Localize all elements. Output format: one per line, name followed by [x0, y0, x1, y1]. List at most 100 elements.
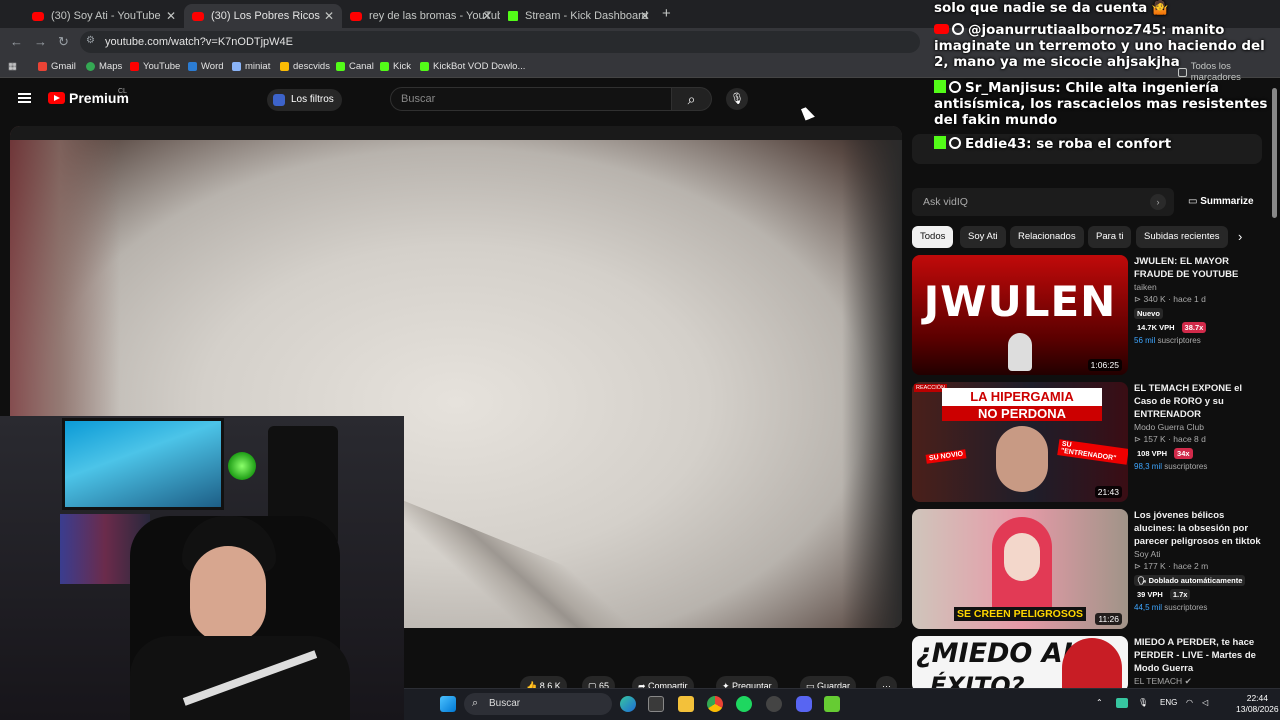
video-thumbnail[interactable]: ¿MIEDO AL ÉXITO? [912, 636, 1128, 692]
tab-pobres-ricos[interactable]: (30) Los Pobres Ricos en TIKTOK✕ [184, 4, 342, 28]
dubbed-badge: 🗣 Doblado automáticamente [1134, 575, 1246, 586]
bald-man [996, 426, 1048, 492]
tab-soy-ati[interactable]: (30) Soy Ati - YouTube ✕ [24, 4, 184, 28]
mic-icon[interactable]: 🎙 [1138, 698, 1148, 707]
chip-todos[interactable]: Todos [912, 226, 954, 248]
chat-message: solo que nadie se da cuenta 🤷 [934, 0, 1169, 16]
scrollbar[interactable] [1272, 88, 1277, 218]
kick-icon [380, 62, 389, 71]
chevron-right-icon[interactable]: › [1150, 194, 1166, 210]
search-button[interactable]: ⌕ [672, 87, 712, 111]
spotify-icon[interactable] [736, 696, 752, 712]
bookmark-descvids[interactable]: descvids [280, 61, 330, 72]
chat-message: Sr_Manjisus: Chile alta ingeniería antis… [934, 80, 1268, 128]
video-thumbnail[interactable]: REACCIÓN LA HIPERGAMIA NO PERDONA SU NOV… [912, 382, 1128, 502]
search-icon: ⌕ [687, 91, 696, 107]
webcam-overlay [0, 416, 404, 720]
url-text[interactable]: youtube.com/watch?v=K7nODTjpW4E [105, 36, 293, 48]
word-icon [188, 62, 197, 71]
bookmark-word[interactable]: Word [188, 61, 224, 72]
chip-soy-ati[interactable]: Soy Ati [960, 226, 1006, 248]
streamer-face [190, 546, 266, 642]
close-icon[interactable]: ✕ [166, 9, 176, 23]
chat-message: Eddie43: se roba el confort [934, 136, 1272, 152]
language-indicator[interactable]: ENG [1160, 698, 1177, 707]
back-icon[interactable]: ← [10, 34, 23, 49]
gmail-icon [38, 62, 47, 71]
filters-button[interactable]: Los filtros [267, 89, 342, 111]
close-icon[interactable]: ✕ [324, 9, 334, 23]
edge-icon[interactable] [620, 696, 636, 712]
red-cap-man [1062, 638, 1122, 692]
bookmark-maps[interactable]: Maps [86, 61, 122, 72]
stream-chat-overlay: solo que nadie se da cuenta 🤷 @joanurrut… [932, 0, 1274, 160]
bookmark-canal[interactable]: Canal [336, 61, 374, 72]
obs-icon[interactable] [766, 696, 782, 712]
green-light [228, 452, 256, 480]
kick-icon [336, 62, 345, 71]
chip-para-ti[interactable]: Para ti [1088, 226, 1132, 248]
video-thumbnail[interactable]: SE CREEN PELIGROSOS 11:26 [912, 509, 1128, 629]
bookmark-miniat[interactable]: miniat [232, 61, 270, 72]
search-input[interactable]: Buscar [390, 87, 672, 111]
tab-rey-bromas[interactable]: rey de las bromas - YouTube ✕ [342, 4, 500, 28]
bookmark-youtube[interactable]: YouTube [130, 61, 180, 72]
kick-icon [508, 11, 518, 21]
verified-icon: ✔ [1184, 676, 1192, 686]
app-icon[interactable] [824, 696, 840, 712]
apps-icon[interactable]: ▦ [8, 61, 17, 72]
ask-vidiq-input[interactable]: Ask vidIQ › [912, 188, 1174, 216]
close-icon[interactable]: ✕ [482, 9, 492, 23]
volume-icon[interactable]: ◁ [1202, 698, 1208, 707]
youtube-icon [192, 11, 204, 21]
duration: 11:26 [1095, 613, 1122, 625]
kick-icon [934, 136, 946, 149]
forward-icon[interactable]: → [34, 34, 47, 49]
youtube-icon [130, 62, 139, 71]
user-icon [952, 23, 964, 35]
vignette [842, 126, 902, 628]
youtube-premium-logo[interactable]: Premium CL [48, 88, 129, 106]
taskbar-search[interactable]: ⌕ Buscar [464, 693, 612, 715]
video-info[interactable]: MIEDO A PERDER, te hace PERDER - LIVE - … [1134, 636, 1264, 687]
video-info[interactable]: Los jóvenes bélicos alucines: la obsesió… [1134, 509, 1264, 612]
reload-icon[interactable]: ↻ [58, 34, 69, 50]
chevron-right-icon[interactable]: › [1238, 229, 1242, 244]
new-tab-button[interactable]: + [662, 5, 671, 22]
chevron-up-icon[interactable]: ⌃ [1096, 698, 1103, 707]
mic-button[interactable]: 🎙 [726, 88, 748, 110]
frame-edge [10, 126, 902, 140]
maps-icon [86, 62, 95, 71]
user-icon [949, 137, 961, 149]
tray-app-icon[interactable] [1116, 698, 1128, 708]
bookmark-gmail[interactable]: Gmail [38, 61, 76, 72]
bookmark-kick[interactable]: Kick [380, 61, 411, 72]
folder-icon [280, 62, 289, 71]
kick-icon [934, 80, 946, 93]
youtube-icon [934, 24, 949, 34]
star-icon [232, 62, 241, 71]
store-icon[interactable] [648, 696, 664, 712]
video-info[interactable]: JWULEN: EL MAYOR FRAUDE DE YOUTUBE taike… [1134, 255, 1264, 345]
video-thumbnail[interactable]: JWULEN 1:06:25 [912, 255, 1128, 375]
search-icon: ⌕ [472, 697, 479, 709]
taskbar-clock[interactable]: 22:44 13/08/2026 [1236, 693, 1279, 715]
bookmark-kickbot[interactable]: KickBot VOD Dowlo... [420, 61, 525, 72]
discord-icon[interactable] [796, 696, 812, 712]
chip-relacionados[interactable]: Relacionados [1010, 226, 1084, 248]
monitor [62, 418, 224, 510]
chip-subidas-recientes[interactable]: Subidas recientes [1136, 226, 1228, 248]
duration: 21:43 [1094, 486, 1122, 498]
menu-icon[interactable] [18, 93, 31, 103]
summarize-button[interactable]: Summarize [1188, 196, 1253, 207]
chrome-icon[interactable] [707, 696, 723, 712]
video-info[interactable]: EL TEMACH EXPONE el Caso de RORO y su EN… [1134, 382, 1264, 471]
youtube-icon [350, 11, 362, 21]
tab-kick-dashboard[interactable]: Stream - Kick Dashboard ✕ [500, 4, 658, 28]
file-explorer-icon[interactable] [678, 696, 694, 712]
site-info-icon[interactable]: ⚙ [86, 35, 95, 46]
youtube-icon [48, 92, 65, 104]
close-icon[interactable]: ✕ [640, 9, 650, 23]
wifi-icon[interactable]: ◠ [1186, 698, 1193, 707]
windows-start-icon[interactable] [440, 696, 456, 712]
